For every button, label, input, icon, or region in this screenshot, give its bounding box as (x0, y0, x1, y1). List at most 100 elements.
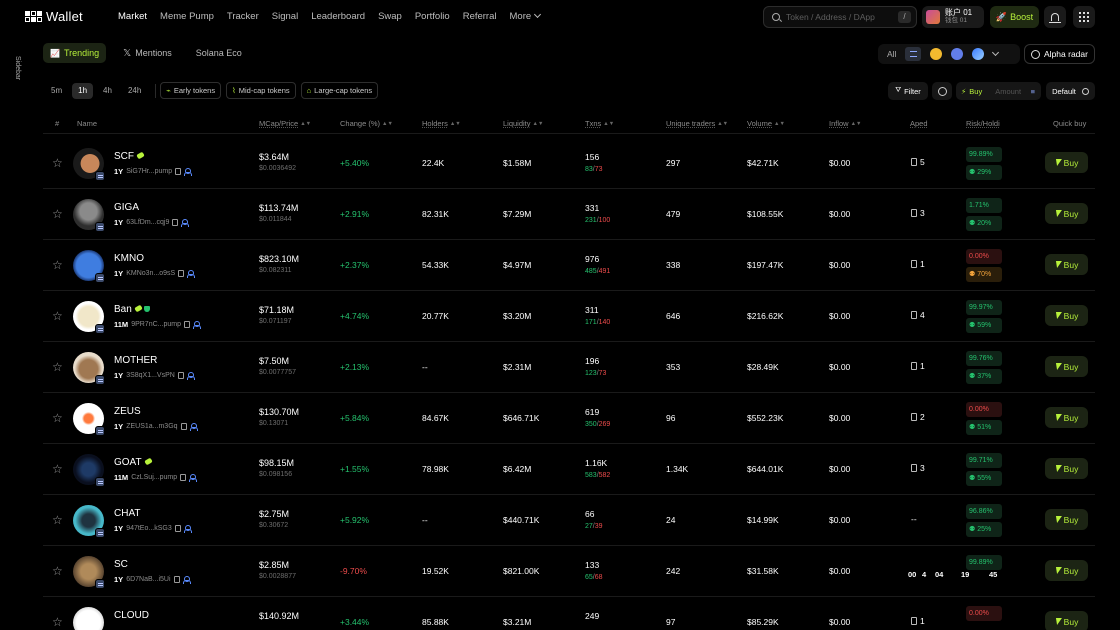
alpha-radar-button[interactable]: Alpha radar (1024, 44, 1095, 64)
chip-mid-cap-tokens[interactable]: ⌇ Mid-cap tokens (226, 82, 296, 99)
timeframe-5m[interactable]: 5m (45, 83, 68, 99)
col-liquidity[interactable]: Liquidity ▲▼ (503, 119, 543, 128)
favorite-star-icon[interactable]: ☆ (52, 208, 63, 220)
default-preset-button[interactable]: Default (1046, 82, 1095, 100)
token-name[interactable]: GIGA (114, 202, 142, 213)
nav-referral[interactable]: Referral (463, 11, 497, 22)
col-unique-traders[interactable]: Unique traders ▲▼ (666, 119, 728, 128)
copy-icon[interactable] (180, 423, 187, 430)
ethereum-icon[interactable] (951, 48, 964, 60)
search-input[interactable] (786, 12, 896, 22)
nav-leaderboard[interactable]: Leaderboard (311, 11, 365, 22)
table-row[interactable]: ☆ GIGA 1Y 63LfDm...cqj9 $113.74M $0.0118… (43, 189, 1095, 240)
copy-icon[interactable] (175, 168, 182, 175)
col-inflow[interactable]: Inflow ▲▼ (829, 119, 861, 128)
copy-icon[interactable] (172, 219, 179, 226)
token-name[interactable]: ZEUS (114, 406, 144, 417)
token-name[interactable]: CHAT (114, 508, 143, 519)
holder-icon[interactable] (182, 576, 191, 584)
copy-icon[interactable] (178, 270, 185, 277)
quick-buy-button[interactable]: Buy (1045, 509, 1088, 530)
table-row[interactable]: ☆ MOTHER 1Y 3S8qX1...VsPN $7.50M $0.0077… (43, 342, 1095, 393)
holder-icon[interactable] (193, 321, 201, 329)
favorite-star-icon[interactable]: ☆ (52, 361, 63, 373)
table-row[interactable]: ☆ Ban 11M 9PR7nC...pump $71.18M $0.07119… (43, 291, 1095, 342)
token-name[interactable]: SCF (114, 151, 145, 162)
bnb-chain-icon[interactable] (930, 48, 943, 60)
chip-early-tokens[interactable]: ⌁ Early tokens (160, 82, 222, 99)
tab-mentions[interactable]: 𝕏 Mentions (116, 43, 179, 63)
col-volume[interactable]: Volume ▲▼ (747, 119, 785, 128)
nav-more[interactable]: More (510, 10, 542, 22)
chevron-down-icon[interactable] (992, 48, 1000, 57)
nav-signal[interactable]: Signal (272, 11, 298, 22)
notifications-button[interactable] (1044, 6, 1066, 28)
favorite-star-icon[interactable]: ☆ (52, 310, 63, 322)
timeframe-4h[interactable]: 4h (97, 83, 118, 99)
quick-buy-button[interactable]: Buy (1045, 458, 1088, 479)
quick-buy-button[interactable]: Buy (1045, 254, 1088, 275)
favorite-star-icon[interactable]: ☆ (52, 514, 63, 526)
quick-buy-button[interactable]: Buy (1045, 560, 1088, 581)
copy-icon[interactable] (184, 321, 190, 328)
account-switcher[interactable]: 账户 01 钱包 01 (922, 6, 984, 28)
copy-icon[interactable] (177, 372, 184, 379)
holder-icon[interactable] (183, 525, 192, 533)
token-name[interactable]: CLOUD (114, 610, 152, 621)
holder-icon[interactable] (181, 219, 190, 227)
token-name[interactable]: Ban (114, 304, 150, 315)
okx-wallet-logo[interactable]: Wallet (25, 9, 83, 24)
chip-large-cap-tokens[interactable]: ⌂ Large-cap tokens (300, 82, 379, 99)
timeframe-24h[interactable]: 24h (122, 83, 147, 99)
base-chain-icon[interactable] (972, 48, 985, 60)
quick-buy-button[interactable]: Buy (1045, 356, 1088, 377)
quick-buy-button[interactable]: Buy (1045, 305, 1088, 326)
table-row[interactable]: ☆ KMNO 1Y KMNo3n...o9sS $823.10M $0.0823… (43, 240, 1095, 291)
boost-button[interactable]: 🚀 Boost (990, 6, 1039, 28)
hide-toggle-button[interactable] (932, 82, 952, 100)
token-name[interactable]: SC (114, 559, 131, 570)
apps-menu-button[interactable] (1073, 6, 1095, 28)
favorite-star-icon[interactable]: ☆ (52, 259, 63, 271)
favorite-star-icon[interactable]: ☆ (52, 616, 63, 628)
nav-meme-pump[interactable]: Meme Pump (160, 11, 214, 22)
col-mcap[interactable]: MCap/Price ▲▼ (259, 119, 311, 128)
holder-icon[interactable] (184, 168, 193, 176)
quick-buy-button[interactable]: Buy (1045, 611, 1088, 630)
token-name[interactable]: GOAT (114, 457, 153, 468)
copy-icon[interactable] (173, 576, 180, 583)
amount-placeholder[interactable]: Amount (995, 87, 1021, 96)
table-row[interactable]: ☆ GOAT 11M CzLSuj...pump $98.15M $0.0981… (43, 444, 1095, 495)
col-change[interactable]: Change (%) ▲▼ (340, 119, 393, 128)
filter-button[interactable]: ⛛ Filter (888, 82, 928, 100)
quick-buy-button[interactable]: Buy (1045, 152, 1088, 173)
token-name[interactable]: KMNO (114, 253, 147, 264)
quick-buy-button[interactable]: Buy (1045, 407, 1088, 428)
favorite-star-icon[interactable]: ☆ (52, 463, 63, 475)
chain-solana-selected[interactable] (905, 47, 922, 61)
nav-tracker[interactable]: Tracker (227, 11, 259, 22)
timeframe-1h[interactable]: 1h (72, 82, 94, 99)
favorite-star-icon[interactable]: ☆ (52, 565, 63, 577)
copy-icon[interactable] (174, 525, 181, 532)
nav-market[interactable]: Market (118, 11, 147, 22)
copy-icon[interactable] (180, 474, 187, 481)
holder-icon[interactable] (186, 372, 195, 380)
table-row[interactable]: ☆ CLOUD $140.92M +3.44% 85.88K $3.21M 24… (43, 597, 1095, 630)
holder-icon[interactable] (189, 474, 198, 482)
favorite-star-icon[interactable]: ☆ (52, 412, 63, 424)
holder-icon[interactable] (189, 423, 198, 431)
nav-portfolio[interactable]: Portfolio (415, 11, 450, 22)
holder-icon[interactable] (187, 270, 196, 278)
search-box[interactable]: / (763, 6, 917, 28)
nav-swap[interactable]: Swap (378, 11, 402, 22)
token-name[interactable]: MOTHER (114, 355, 160, 366)
tab-solana-eco[interactable]: Solana Eco (189, 43, 249, 63)
col-txns[interactable]: Txns ▲▼ (585, 119, 614, 128)
tab-trending[interactable]: 📈 Trending (43, 43, 107, 63)
chain-all[interactable]: All (887, 49, 896, 59)
sidebar-toggle[interactable]: Sidebar (10, 48, 24, 88)
quick-buy-button[interactable]: Buy (1045, 203, 1088, 224)
favorite-star-icon[interactable]: ☆ (52, 157, 63, 169)
col-holders[interactable]: Holders ▲▼ (422, 119, 461, 128)
